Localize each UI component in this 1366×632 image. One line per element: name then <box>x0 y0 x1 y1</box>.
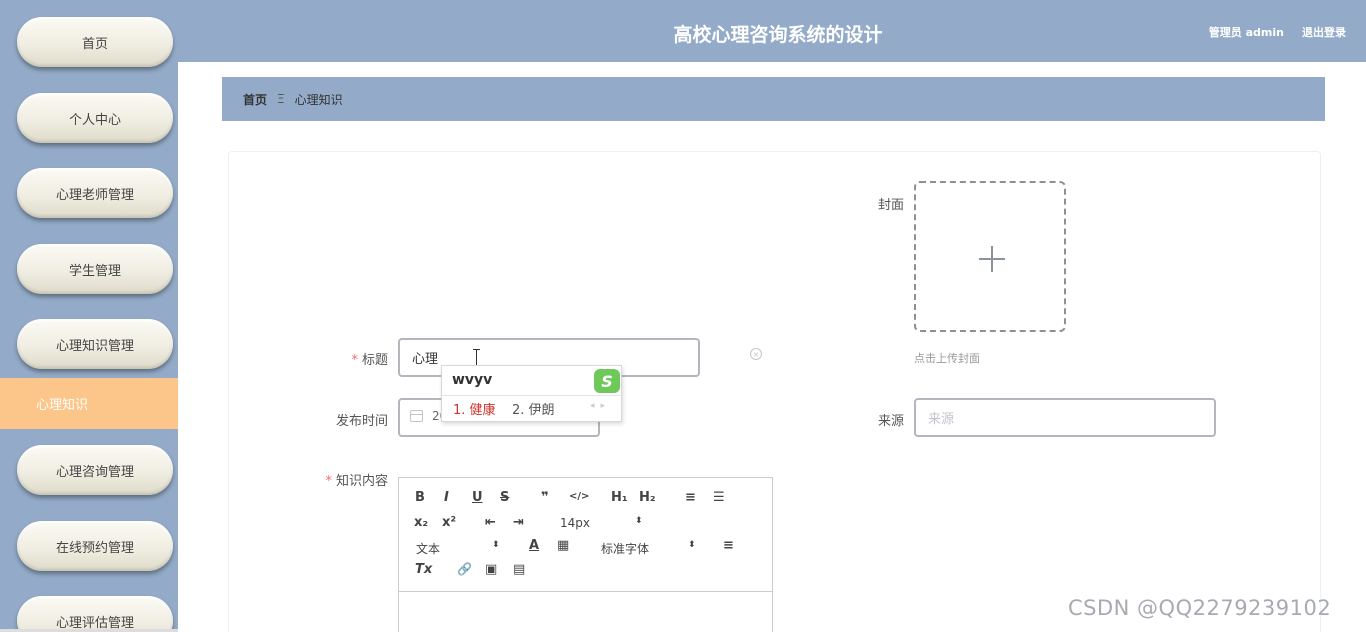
strike-button[interactable]: S <box>500 490 509 505</box>
title-input-value: 心理 <box>412 352 439 367</box>
sidebar: 首页 个人中心 心理老师管理 学生管理 心理知识管理 心理知识 心理咨询管理 在… <box>0 0 178 632</box>
breadcrumb-current: 心理知识 <box>294 92 343 107</box>
ime-composition: wvyv <box>452 372 493 388</box>
editor-toolbar: B I U S ❞ </> H₁ H₂ ≡ ☰ x₂ x² ⇤ ⇥ 14px ⬍… <box>399 478 772 592</box>
cover-upload[interactable] <box>914 181 1066 332</box>
logout-link[interactable]: 退出登录 <box>1302 24 1346 40</box>
required-mark: * <box>325 474 332 489</box>
source-input[interactable]: 来源 <box>914 398 1216 437</box>
breadcrumb-separator: Ξ <box>277 92 285 106</box>
breadcrumb: 首页 Ξ 心理知识 <box>222 77 1325 121</box>
sogou-logo-icon: S <box>594 369 620 393</box>
header-2-button[interactable]: H₂ <box>639 490 656 505</box>
rich-text-editor[interactable]: B I U S ❞ </> H₁ H₂ ≡ ☰ x₂ x² ⇤ ⇥ 14px ⬍… <box>398 477 773 632</box>
ime-candidate-window: wvyv S 1. 健康 2. 伊朗 ◂▸ <box>441 365 622 422</box>
plus-icon <box>979 246 1005 272</box>
font-size-arrow-icon[interactable]: ⬍ <box>635 516 643 526</box>
sidebar-item-knowledge-management[interactable]: 心理知识管理 <box>17 319 173 369</box>
content-label: * 知识内容 <box>310 470 388 489</box>
font-family-arrow-icon[interactable]: ⬍ <box>688 540 696 550</box>
cover-label: 封面 <box>877 198 904 213</box>
ime-divider <box>442 395 621 396</box>
outdent-button[interactable]: ⇤ <box>485 515 496 530</box>
font-size-select[interactable]: 14px <box>560 516 590 530</box>
app-title: 高校心理咨询系统的设计 <box>673 24 883 46</box>
superscript-button[interactable]: x² <box>442 515 456 530</box>
sidebar-item-teacher-management[interactable]: 心理老师管理 <box>17 168 173 218</box>
clear-icon[interactable]: × <box>750 348 762 360</box>
content-label-text: 知识内容 <box>335 474 388 489</box>
publish-time-label: 发布时间 <box>335 414 388 429</box>
current-user: 管理员 admin <box>1208 26 1284 39</box>
italic-button[interactable]: I <box>444 490 449 505</box>
image-icon[interactable]: ▣ <box>485 562 497 577</box>
sidebar-item-student-management[interactable]: 学生管理 <box>17 244 173 294</box>
indent-button[interactable]: ⇥ <box>513 515 524 530</box>
ordered-list-button[interactable]: ≡ <box>685 490 696 505</box>
sidebar-item-personal-center[interactable]: 个人中心 <box>17 93 173 143</box>
source-placeholder: 来源 <box>928 412 955 427</box>
font-family-select[interactable]: 标准字体 <box>601 540 649 557</box>
ime-candidate-2[interactable]: 2. 伊朗 <box>512 399 555 418</box>
sidebar-item-home[interactable]: 首页 <box>17 17 173 67</box>
block-format-arrow-icon[interactable]: ⬍ <box>492 540 500 550</box>
link-icon[interactable]: 🔗 <box>457 562 472 576</box>
cover-upload-tip: 点击上传封面 <box>914 352 980 365</box>
required-mark: * <box>351 353 358 368</box>
font-color-button[interactable]: A <box>529 538 539 553</box>
sidebar-item-knowledge[interactable]: 心理知识 <box>0 378 178 429</box>
sidebar-item-appointment-management[interactable]: 在线预约管理 <box>17 521 173 571</box>
block-format-select[interactable]: 文本 <box>416 540 440 557</box>
csdn-watermark: CSDN @QQ2279239102 <box>1068 596 1332 620</box>
code-block-button[interactable]: </> <box>569 491 589 502</box>
source-label: 来源 <box>877 414 904 429</box>
title-label-text: 标题 <box>361 353 388 368</box>
header: 高校心理咨询系统的设计 管理员 admin 退出登录 <box>178 0 1366 62</box>
clear-format-button[interactable]: Tx <box>415 562 432 577</box>
underline-button[interactable]: U <box>472 490 483 505</box>
background-color-button[interactable]: ▦ <box>557 538 569 553</box>
ime-page-arrows-icon[interactable]: ◂▸ <box>590 401 611 411</box>
video-icon[interactable]: ▤ <box>513 562 525 577</box>
title-label: * 标题 <box>320 349 388 368</box>
bullet-list-button[interactable]: ☰ <box>713 490 725 505</box>
form-card <box>228 151 1321 632</box>
calendar-icon <box>410 410 423 422</box>
header-1-button[interactable]: H₁ <box>611 490 628 505</box>
breadcrumb-home[interactable]: 首页 <box>243 91 267 108</box>
sidebar-item-assessment-management[interactable]: 心理评估管理 <box>17 596 173 632</box>
blockquote-button[interactable]: ❞ <box>541 490 549 505</box>
ime-candidate-1[interactable]: 1. 健康 <box>453 399 496 418</box>
subscript-button[interactable]: x₂ <box>414 515 428 530</box>
bold-button[interactable]: B <box>415 490 425 505</box>
align-button[interactable]: ≡ <box>723 538 734 553</box>
sidebar-item-consultation-management[interactable]: 心理咨询管理 <box>17 445 173 495</box>
